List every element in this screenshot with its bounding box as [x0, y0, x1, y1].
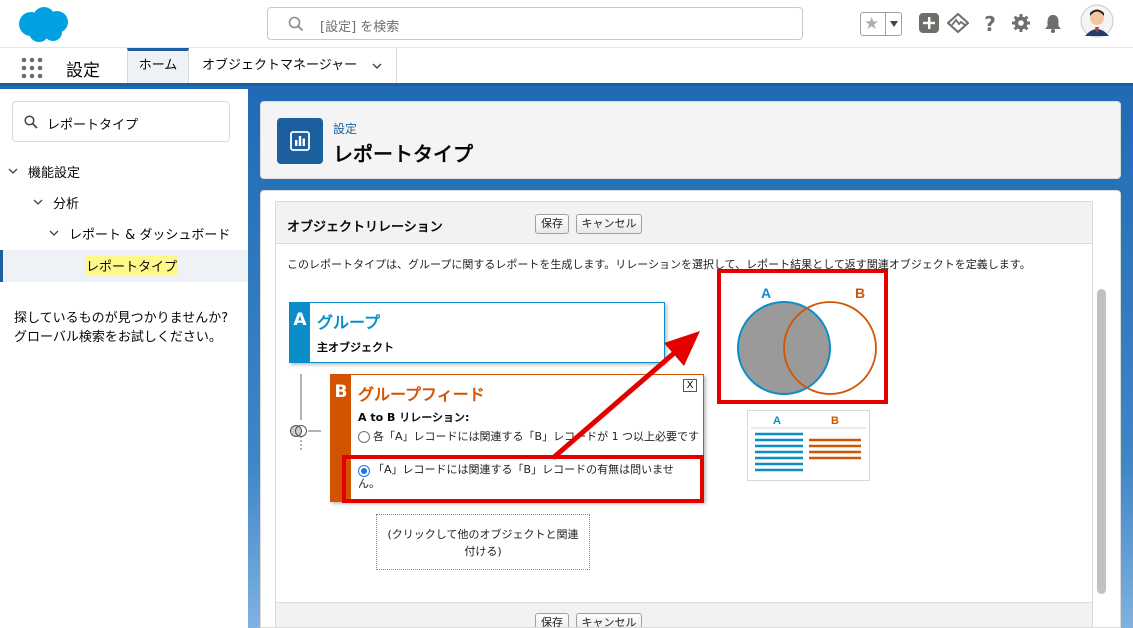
- tree-item-analytics[interactable]: 分析: [53, 193, 79, 212]
- annotation-venn-highlight: [717, 269, 888, 404]
- report-type-icon: [277, 118, 323, 164]
- chevron-down-icon[interactable]: [49, 228, 59, 238]
- section-header: オブジェクトリレーション 保存 キャンセル: [276, 202, 1092, 244]
- chevron-down-icon[interactable]: [8, 166, 18, 176]
- relation-connector: [300, 374, 302, 450]
- table-header-b: B: [831, 415, 839, 427]
- search-icon: [288, 16, 304, 32]
- section-description: このレポートタイプは、グループに関するレポートを生成します。リレーションを選択し…: [287, 258, 1031, 271]
- object-a-name: グループ: [317, 313, 381, 332]
- sidebar-help-text: 探しているものが見つかりませんか? グローバル検索をお試しください。: [14, 309, 228, 347]
- favorites-star-icon: ★: [864, 14, 880, 34]
- tree-item-report-types[interactable]: レポートタイプ: [85, 256, 179, 275]
- save-button-bottom[interactable]: 保存: [535, 613, 569, 627]
- section-title: オブジェクトリレーション: [287, 220, 443, 235]
- setup-sidebar: レポートタイプ 機能設定 分析 レポート & ダッシュボード レポートタイプ 探…: [0, 89, 248, 628]
- page-header: 設定 レポートタイプ: [260, 101, 1121, 179]
- tab-home[interactable]: ホーム: [127, 48, 189, 83]
- sidebar-help-line2: グローバル検索をお試しください。: [14, 330, 222, 345]
- app-navigation: 設定 ホーム オブジェクトマネージャー: [0, 48, 1133, 86]
- salesforce-logo[interactable]: [14, 5, 72, 45]
- object-b-name: グループフィード: [358, 385, 485, 404]
- table-header-a: A: [773, 415, 781, 427]
- app-title: 設定: [66, 61, 100, 81]
- chevron-down-icon[interactable]: [33, 197, 43, 207]
- chevron-down-icon[interactable]: [372, 61, 382, 71]
- favorites-dropdown-icon[interactable]: [885, 13, 902, 35]
- section-footer: 保存 キャンセル: [276, 602, 1092, 627]
- add-object-line1: (クリックして他のオブジェクトと関連: [387, 528, 579, 541]
- add-related-object-button[interactable]: (クリックして他のオブジェクトと関連 付ける): [376, 514, 590, 570]
- global-search[interactable]: [設定] を検索: [267, 7, 803, 40]
- cancel-button[interactable]: キャンセル: [576, 214, 642, 234]
- object-a-card: A グループ 主オブジェクト: [289, 302, 665, 363]
- result-table-illustration: A B: [747, 410, 870, 481]
- relation-label: A to B リレーション:: [358, 411, 470, 424]
- annotation-option-highlight: [342, 455, 704, 503]
- trailhead-icon[interactable]: [947, 12, 969, 34]
- search-icon: [24, 115, 38, 129]
- join-type-icon[interactable]: [288, 424, 324, 438]
- relation-option-required-label[interactable]: 各「A」レコードには関連する「B」レコードが 1 つ以上必要です: [373, 430, 713, 444]
- content-panel: オブジェクトリレーション 保存 キャンセル このレポートタイプは、グループに関す…: [260, 190, 1121, 628]
- relation-option-required-radio[interactable]: [358, 431, 370, 443]
- svg-text:?: ?: [984, 12, 996, 34]
- app-launcher-icon[interactable]: [21, 57, 43, 79]
- tab-object-manager[interactable]: オブジェクトマネージャー: [190, 48, 397, 83]
- tab-object-manager-label: オブジェクトマネージャー: [202, 58, 358, 73]
- object-a-tag: A: [290, 303, 310, 362]
- breadcrumb[interactable]: 設定: [333, 120, 357, 137]
- favorites-button[interactable]: ★: [860, 12, 902, 36]
- remove-object-button[interactable]: X: [683, 379, 697, 392]
- quick-find-input[interactable]: レポートタイプ: [12, 101, 230, 142]
- scrollbar-thumb[interactable]: [1097, 289, 1106, 594]
- bell-icon[interactable]: [1042, 12, 1064, 34]
- search-placeholder: [設定] を検索: [320, 20, 400, 35]
- quick-find-value: レポートタイプ: [47, 118, 139, 133]
- tree-item-reports-dashboards[interactable]: レポート & ダッシュボード: [69, 224, 230, 243]
- avatar[interactable]: [1080, 4, 1114, 38]
- save-button[interactable]: 保存: [535, 214, 569, 234]
- object-a-subtitle: 主オブジェクト: [317, 341, 394, 354]
- page-title: レポートタイプ: [333, 142, 473, 166]
- add-object-line2: 付ける): [464, 545, 502, 558]
- bar-chart-icon: [290, 131, 310, 151]
- global-header: [設定] を検索 ★ ?: [0, 0, 1133, 48]
- plus-icon[interactable]: [918, 12, 940, 34]
- help-icon[interactable]: ?: [979, 12, 1001, 34]
- object-relationships-section: オブジェクトリレーション 保存 キャンセル このレポートタイプは、グループに関す…: [275, 201, 1093, 627]
- cancel-button-bottom[interactable]: キャンセル: [576, 613, 642, 627]
- gear-icon[interactable]: [1010, 12, 1032, 34]
- tree-item-feature-settings[interactable]: 機能設定: [28, 162, 80, 181]
- sidebar-help-line1: 探しているものが見つかりませんか?: [14, 311, 229, 326]
